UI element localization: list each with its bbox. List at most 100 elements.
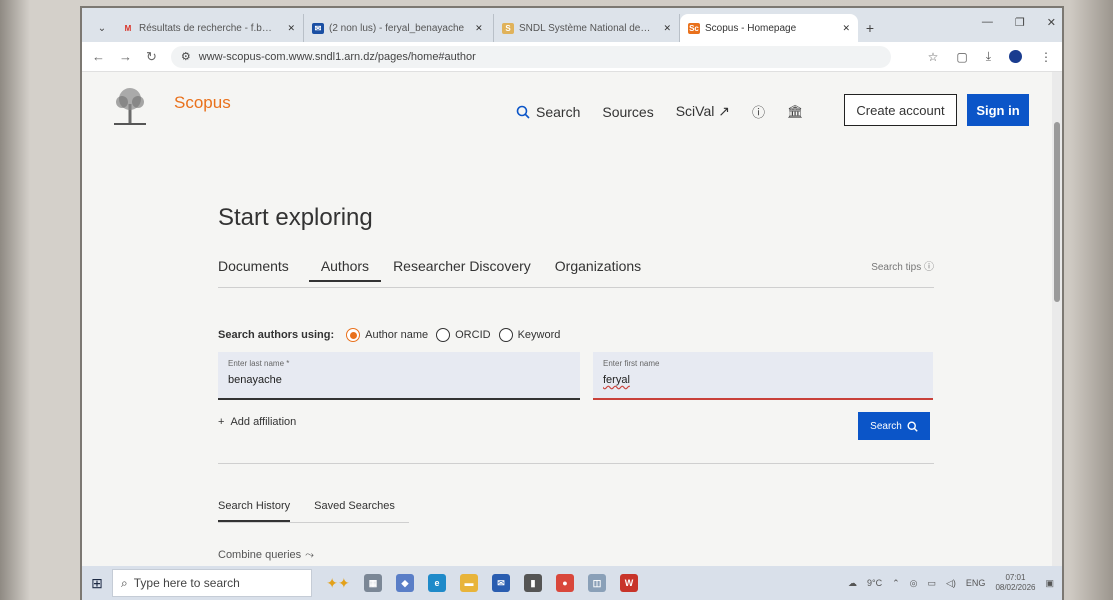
nav-scival[interactable]: SciVal ↗ (676, 103, 730, 120)
radio-unselected-icon (436, 328, 451, 342)
author-search-button[interactable]: Search (858, 412, 930, 440)
last-name-field[interactable]: Enter last name * benayache (218, 352, 580, 400)
address-bar[interactable]: ⚙ www-scopus-com.www.sndl1.arn.dz/pages/… (170, 45, 891, 68)
new-tab-button[interactable]: + (858, 14, 882, 42)
search-using-options: Search authors using: Author name ORCID … (218, 328, 560, 342)
tab-saved-searches[interactable]: Saved Searches (314, 500, 395, 522)
forward-icon[interactable]: → (119, 49, 132, 64)
browser-window: ⌄ M Résultats de recherche - f.bena ✕ ✉ … (82, 8, 1062, 600)
tab-search-menu-icon[interactable]: ⌄ (90, 14, 114, 42)
search-using-label: Search authors using: (218, 329, 335, 341)
create-account-button[interactable]: Create account (844, 94, 957, 126)
institution-icon[interactable]: 🏛 (787, 104, 804, 120)
url-text: www-scopus-com.www.sndl1.arn.dz/pages/ho… (198, 50, 476, 63)
weather-icon[interactable]: ☁ (848, 578, 857, 589)
search-tips-link[interactable]: Search tips ⓘ (871, 258, 934, 273)
tab-gmail[interactable]: M Résultats de recherche - f.bena ✕ (114, 14, 304, 42)
back-icon[interactable]: ← (92, 49, 105, 64)
network-icon[interactable]: ◎ (910, 578, 918, 589)
site-header: Scopus Search Sources SciVal ↗ ⓘ 🏛 Creat… (82, 72, 1062, 142)
help-icon[interactable]: ⓘ (752, 102, 765, 121)
elsevier-logo (114, 88, 146, 125)
tab-scopus[interactable]: Sc Scopus - Homepage ✕ (680, 14, 858, 42)
page-title: Start exploring (218, 204, 373, 231)
search-highlight-icon[interactable]: ✦✦ (312, 575, 364, 592)
app-icon[interactable]: ◫ (588, 574, 606, 592)
radio-selected-icon (346, 328, 361, 342)
tray-chevron-icon[interactable]: ⌃ (892, 578, 900, 589)
scrollbar-thumb[interactable] (1054, 122, 1060, 302)
combine-queries-link[interactable]: Combine queries ⤳ (218, 549, 314, 562)
download-icon[interactable]: ⤓ (986, 49, 991, 64)
radio-orcid[interactable]: ORCID (436, 328, 491, 342)
tab-documents[interactable]: Documents (218, 258, 301, 280)
reload-icon[interactable]: ↻ (146, 49, 157, 65)
nav-search[interactable]: Search (516, 104, 580, 120)
search-icon (907, 420, 918, 432)
weather-temp[interactable]: 9°C (867, 578, 882, 588)
search-icon: ⌕ (121, 575, 128, 590)
notification-icon[interactable]: ▣ (1045, 578, 1054, 589)
volume-icon[interactable]: ◁) (946, 578, 956, 589)
menu-kebab-icon[interactable]: ⋮ (1040, 50, 1052, 64)
bookmark-star-icon[interactable]: ☆ (928, 50, 939, 64)
site-info-icon[interactable]: ⚙ (181, 50, 191, 63)
tab-mail[interactable]: ✉ (2 non lus) - feryal_benayache ✕ (304, 14, 494, 42)
task-view-icon[interactable]: ▦ (364, 574, 382, 592)
scopus-icon: Sc (688, 22, 700, 34)
close-tab-icon[interactable]: ✕ (663, 23, 671, 34)
search-type-tabs: Documents Authors Researcher Discovery O… (218, 258, 934, 288)
wps-office-icon[interactable]: W (620, 574, 638, 592)
file-explorer-icon[interactable]: ▬ (460, 574, 478, 592)
close-tab-icon[interactable]: ✕ (287, 23, 295, 34)
gmail-icon: M (124, 23, 132, 33)
mail-app-icon[interactable]: ✉ (492, 574, 510, 592)
page-scrollbar[interactable] (1052, 72, 1062, 566)
windows-start-icon[interactable]: ⊞ (82, 575, 112, 592)
tab-organizations[interactable]: Organizations (555, 258, 653, 280)
window-controls: — ❐ ✕ (982, 16, 1056, 29)
add-affiliation-button[interactable]: + Add affiliation (218, 416, 296, 428)
clock-date: 08/02/2026 (995, 583, 1036, 592)
close-tab-icon[interactable]: ✕ (475, 23, 483, 34)
chrome-icon[interactable]: ● (556, 574, 574, 592)
last-name-label: Enter last name * (228, 359, 290, 368)
tab-researcher-discovery[interactable]: Researcher Discovery (393, 258, 543, 280)
header-nav: Search Sources SciVal ↗ ⓘ 🏛 (516, 102, 804, 121)
tab-authors[interactable]: Authors (308, 258, 382, 282)
sign-in-button[interactable]: Sign in (967, 94, 1029, 126)
radio-author-name[interactable]: Author name (346, 328, 428, 342)
tab-search-history[interactable]: Search History (218, 500, 291, 522)
nav-sources[interactable]: Sources (602, 104, 653, 120)
minimize-icon[interactable]: — (982, 16, 993, 29)
scopus-page: Scopus Search Sources SciVal ↗ ⓘ 🏛 Creat… (82, 72, 1062, 566)
close-tab-icon[interactable]: ✕ (842, 23, 850, 34)
taskbar-search-box[interactable]: ⌕ Type here to search (112, 569, 312, 597)
windows-taskbar: ⊞ ⌕ Type here to search ✦✦ ▦ ◆ e ▬ ✉ ▮ ●… (82, 566, 1062, 600)
language-indicator[interactable]: ENG (966, 578, 986, 588)
radio-keyword[interactable]: Keyword (498, 328, 560, 342)
close-window-icon[interactable]: ✕ (1047, 16, 1056, 29)
restore-icon[interactable]: ❐ (1015, 16, 1025, 29)
first-name-label: Enter first name (603, 359, 660, 368)
section-divider (218, 463, 934, 464)
widgets-icon[interactable]: ◆ (396, 574, 414, 592)
tab-sndl[interactable]: S SNDL Système National de Doc ✕ (494, 14, 680, 42)
scopus-brand[interactable]: Scopus (174, 93, 231, 113)
clock-time: 07:01 (1005, 573, 1026, 582)
taskbar-apps: ▦ ◆ e ▬ ✉ ▮ ● ◫ W (364, 574, 638, 592)
browser-toolbar: ← → ↻ ⚙ www-scopus-com.www.sndl1.arn.dz/… (82, 42, 1062, 72)
battery-icon[interactable]: ▭ (927, 578, 936, 589)
combine-arrow-icon: ⤳ (305, 549, 314, 561)
extensions-icon[interactable]: ▢ (956, 50, 967, 64)
system-tray: ☁ 9°C ⌃ ◎ ▭ ◁) ENG 07:01 08/02/2026 ▣ (848, 573, 1062, 593)
taskbar-search-placeholder: Type here to search (133, 576, 240, 590)
profile-avatar[interactable] (1009, 50, 1022, 63)
edge-icon[interactable]: e (428, 574, 446, 592)
clock[interactable]: 07:01 08/02/2026 (995, 573, 1035, 593)
first-name-field[interactable]: Enter first name feryal (593, 352, 933, 400)
history-tabs: Search History Saved Searches (218, 500, 409, 523)
store-icon[interactable]: ▮ (524, 574, 542, 592)
tab-strip: ⌄ M Résultats de recherche - f.bena ✕ ✉ … (82, 8, 1062, 42)
sndl-icon: S (502, 22, 514, 34)
